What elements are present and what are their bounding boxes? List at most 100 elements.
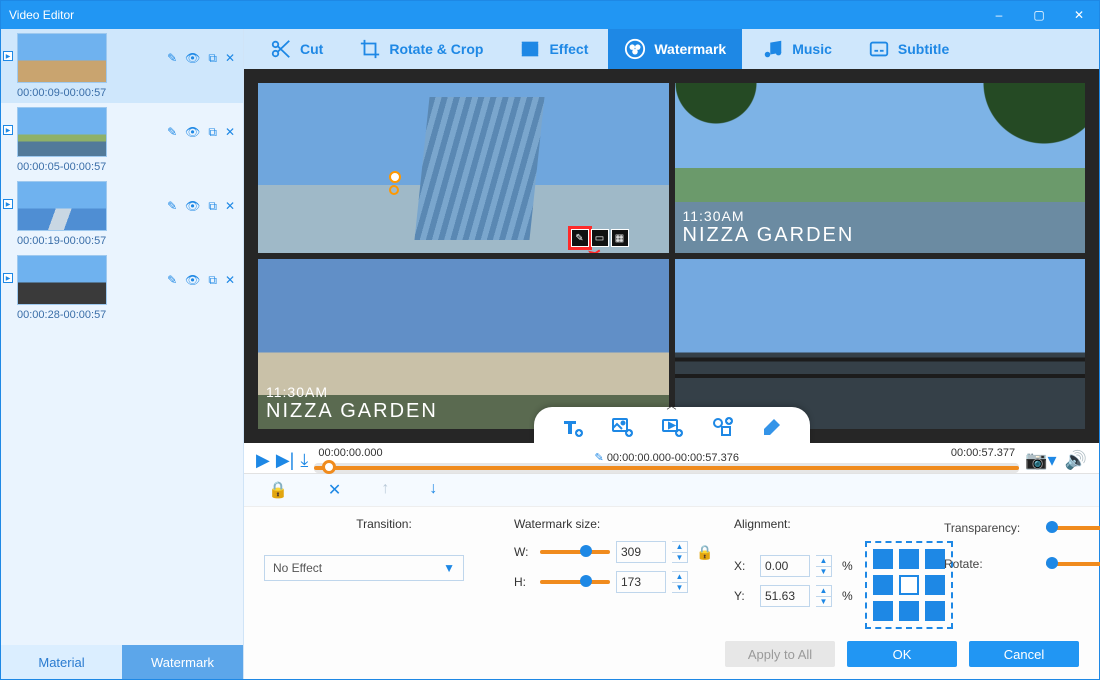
add-text-button[interactable] [560, 415, 584, 439]
align-tl[interactable] [873, 549, 893, 569]
transition-group: Transition: No Effect ▼ [264, 517, 504, 581]
delete-icon[interactable]: ✕ [225, 199, 235, 214]
edit-icon[interactable]: ✎ [167, 273, 177, 288]
minimize-icon: – [996, 8, 1003, 22]
tab-rotate-crop[interactable]: Rotate & Crop [343, 29, 499, 69]
cancel-button[interactable]: Cancel [969, 641, 1079, 667]
edit-icon[interactable]: ✎ [167, 199, 177, 214]
preview-cell[interactable]: 11:30AM NIZZA GARDEN [675, 83, 1086, 253]
clip-item[interactable]: ▶ ✎ 👁 ⧉ ✕ 00:00:05-00:00:57 [1, 103, 243, 177]
delete-icon[interactable]: ✕ [225, 273, 235, 288]
ok-button[interactable]: OK [847, 641, 957, 667]
window-minimize-button[interactable]: – [979, 1, 1019, 29]
step-button[interactable]: ▶| [276, 450, 295, 471]
lower-panel: 🔒 ✕ ↑ ↓ Transition: No Effect ▼ [244, 473, 1099, 679]
clip-sidebar: ▶ ✎ 👁 ⧉ ✕ 00:00:09-00:00:57 ▶ [1, 29, 244, 679]
main-pane: Cut Rotate & Crop Effect [244, 29, 1099, 679]
eye-icon[interactable]: 👁 [185, 273, 200, 288]
app-window: Video Editor – ▢ ✕ ▶ ✎ 👁 ⧉ ✕ [0, 0, 1100, 680]
edit-icon[interactable]: ✎ [167, 125, 177, 140]
crop-icon [359, 38, 381, 60]
clip-item[interactable]: ▶ ✎ 👁 ⧉ ✕ 00:00:19-00:00:57 [1, 177, 243, 251]
play-marker-icon: ▶ [3, 199, 13, 209]
x-input[interactable]: 0.00 [760, 555, 810, 577]
clip-item[interactable]: ▶ ✎ 👁 ⧉ ✕ 00:00:09-00:00:57 [1, 29, 243, 103]
eye-icon[interactable]: 👁 [185, 51, 200, 66]
clip-tools: ✎ 👁 ⧉ ✕ [113, 51, 235, 66]
y-stepper[interactable]: ▲▼ [816, 585, 832, 607]
move-up-button[interactable]: ↑ [381, 480, 389, 500]
copy-icon[interactable]: ⧉ [208, 199, 217, 214]
y-input[interactable]: 51.63 [760, 585, 810, 607]
window-maximize-button[interactable]: ▢ [1019, 1, 1059, 29]
align-bl[interactable] [873, 601, 893, 621]
tab-effect[interactable]: Effect [503, 29, 604, 69]
align-br[interactable] [925, 601, 945, 621]
delete-icon[interactable]: ✕ [225, 125, 235, 140]
tool-tabs: Cut Rotate & Crop Effect [244, 29, 1099, 69]
volume-button[interactable]: 🔊 [1065, 450, 1087, 471]
apply-all-button[interactable]: Apply to All [725, 641, 835, 667]
lock-button[interactable]: 🔒 [268, 480, 288, 500]
play-marker-icon: ▶ [3, 125, 13, 135]
height-slider[interactable] [540, 580, 610, 584]
move-down-button[interactable]: ↓ [429, 480, 437, 500]
width-input[interactable]: 309 [616, 541, 666, 563]
lock-aspect-icon[interactable]: 🔒 [696, 544, 713, 561]
eye-icon[interactable]: 👁 [185, 199, 200, 214]
edit-watermark-button[interactable]: ✎ [571, 229, 589, 247]
preview-cell[interactable] [675, 259, 1086, 429]
add-image-button[interactable] [610, 415, 634, 439]
clip-thumbnail [17, 33, 107, 83]
rotate-slider[interactable] [1046, 562, 1100, 566]
preview-cell[interactable]: 11:30AM NIZZA GARDEN [258, 259, 669, 429]
watermark-delete-button[interactable]: ▦ [611, 229, 629, 247]
height-stepper[interactable]: ▲▼ [672, 571, 688, 593]
window-close-button[interactable]: ✕ [1059, 1, 1099, 29]
clip-thumbnail [17, 255, 107, 305]
edit-icon[interactable]: ✎ [167, 51, 177, 66]
eye-icon[interactable]: 👁 [185, 125, 200, 140]
add-video-button[interactable] [660, 415, 684, 439]
snapshot-button[interactable]: 📷▾ [1025, 450, 1056, 471]
effect-icon [519, 38, 541, 60]
scissors-icon [270, 38, 292, 60]
tab-watermark[interactable]: Watermark [608, 29, 742, 69]
align-mr[interactable] [925, 575, 945, 595]
align-mc[interactable] [899, 575, 919, 595]
align-tc[interactable] [899, 549, 919, 569]
copy-icon[interactable]: ⧉ [208, 273, 217, 288]
x-stepper[interactable]: ▲▼ [816, 555, 832, 577]
transparency-slider[interactable] [1046, 526, 1100, 530]
fill-button[interactable] [760, 415, 784, 439]
align-bc[interactable] [899, 601, 919, 621]
align-tr[interactable] [925, 549, 945, 569]
delete-icon[interactable]: ✕ [225, 51, 235, 66]
copy-icon[interactable]: ⧉ [208, 125, 217, 140]
tab-watermark[interactable]: Watermark [122, 645, 243, 679]
playhead-icon[interactable] [322, 460, 336, 474]
resize-handle-icon[interactable] [389, 171, 401, 183]
height-input[interactable]: 173 [616, 571, 666, 593]
export-frame-button[interactable]: ⤓ [300, 450, 308, 471]
watermark-option-button[interactable]: ▭ [591, 229, 609, 247]
align-ml[interactable] [873, 575, 893, 595]
delete-button[interactable]: ✕ [328, 480, 341, 500]
chevron-up-icon[interactable]: ︿ [667, 397, 677, 412]
tab-material[interactable]: Material [1, 645, 122, 679]
clip-item[interactable]: ▶ ✎ 👁 ⧉ ✕ 00:00:28-00:00:57 [1, 251, 243, 325]
tab-subtitle[interactable]: Subtitle [852, 29, 965, 69]
mini-toolbar: 🔒 ✕ ↑ ↓ [244, 474, 1099, 507]
add-shape-button[interactable] [710, 415, 734, 439]
width-slider[interactable] [540, 550, 610, 554]
preview-cell[interactable]: ✎ ▭ ▦ [258, 83, 669, 253]
transition-select[interactable]: No Effect ▼ [264, 555, 464, 581]
play-button[interactable]: ▶ [256, 450, 270, 471]
tab-cut[interactable]: Cut [254, 29, 339, 69]
width-stepper[interactable]: ▲▼ [672, 541, 688, 563]
tab-music[interactable]: Music [746, 29, 848, 69]
transparency-rotate-group: Transparency: 0 ▲▼ Rotate: 0 ▲▼ [944, 517, 1100, 589]
copy-icon[interactable]: ⧉ [208, 51, 217, 66]
watermark-size-group: Watermark size: W: 309 ▲▼ 🔒 H: 173 [514, 517, 724, 601]
timeline-track[interactable] [314, 463, 1019, 473]
